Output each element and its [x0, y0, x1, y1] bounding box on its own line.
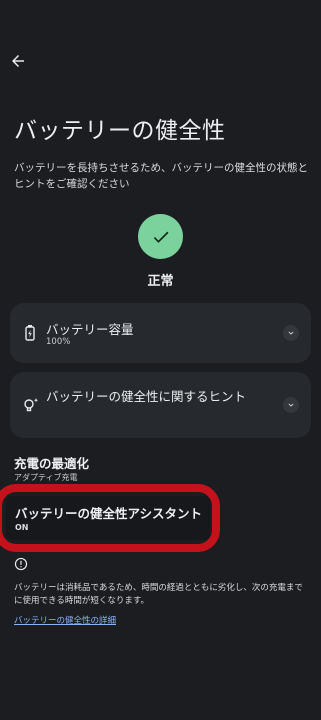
- battery-info-text: バッテリーは消耗品であるため、時間の経過とともに劣化し、次の充電までに使用できる…: [14, 583, 303, 606]
- lightbulb-sparkle-icon: [22, 396, 39, 414]
- chevron-down-icon[interactable]: [283, 397, 299, 413]
- status-label: 正常: [147, 274, 174, 289]
- back-button[interactable]: [9, 52, 27, 70]
- chevron-down-icon[interactable]: [283, 325, 299, 341]
- status-indicator: [138, 214, 183, 259]
- page-title: バッテリーの健全性: [14, 118, 226, 144]
- check-icon: [153, 231, 168, 243]
- battery-health-tips-title: バッテリーの健全性に関するヒント: [46, 389, 247, 404]
- battery-health-details-link[interactable]: バッテリーの健全性の詳細: [14, 614, 116, 626]
- charging-optimization-value: アダプティブ充電: [14, 473, 78, 482]
- info-icon: [14, 556, 28, 571]
- battery-health-assistant-title: バッテリーの健全性アシスタント: [15, 506, 203, 521]
- charging-optimization-title[interactable]: 充電の最適化: [14, 453, 89, 472]
- battery-health-tips-card[interactable]: バッテリーの健全性に関するヒント: [10, 372, 311, 438]
- battery-capacity-title: バッテリー容量: [46, 322, 134, 337]
- arrow-back-icon: [12, 55, 24, 67]
- battery-health-assistant-item[interactable]: バッテリーの健全性アシスタント ON: [6, 496, 210, 540]
- battery-capacity-value: 100%: [46, 337, 71, 347]
- battery-capacity-card[interactable]: バッテリー容量 100%: [10, 303, 311, 363]
- battery-health-assistant-value: ON: [15, 523, 29, 532]
- battery-charging-icon: [22, 324, 38, 342]
- page-description: バッテリーを長持ちさせるため、バッテリーの健全性の状態とヒントをご確認ください: [14, 162, 308, 190]
